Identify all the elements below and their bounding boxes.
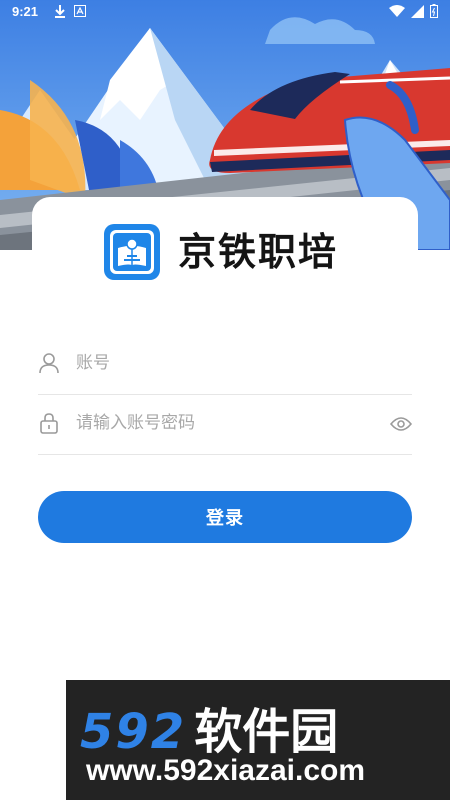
user-icon xyxy=(39,353,59,374)
download-icon xyxy=(55,5,65,18)
status-right-icons xyxy=(389,4,438,18)
status-bar: 9:21 xyxy=(0,0,450,24)
account-field-row xyxy=(38,334,412,395)
password-input[interactable] xyxy=(76,409,376,437)
watermark-brand-number: 592 xyxy=(80,704,187,760)
battery-icon xyxy=(430,4,438,18)
watermark-url: www.592xiazai.com xyxy=(86,754,366,787)
watermark-banner: 592 软件园 www.592xiazai.com xyxy=(66,680,450,800)
eye-icon[interactable] xyxy=(390,413,412,435)
status-left-icons xyxy=(54,4,86,18)
lock-icon xyxy=(40,413,58,434)
text-a-icon xyxy=(74,5,86,17)
app-title: 京铁职培 xyxy=(178,230,339,274)
app-logo xyxy=(104,224,160,280)
watermark-brand: 592 软件园 xyxy=(80,692,338,762)
watermark-brand-text: 软件园 xyxy=(194,704,339,760)
account-input[interactable] xyxy=(76,349,376,377)
wifi-icon xyxy=(389,4,405,17)
signal-icon xyxy=(411,4,424,18)
status-time: 9:21 xyxy=(12,4,39,19)
login-button[interactable]: 登录 xyxy=(38,491,412,543)
password-field-row xyxy=(38,394,412,455)
railway-book-logo-icon xyxy=(104,224,160,280)
